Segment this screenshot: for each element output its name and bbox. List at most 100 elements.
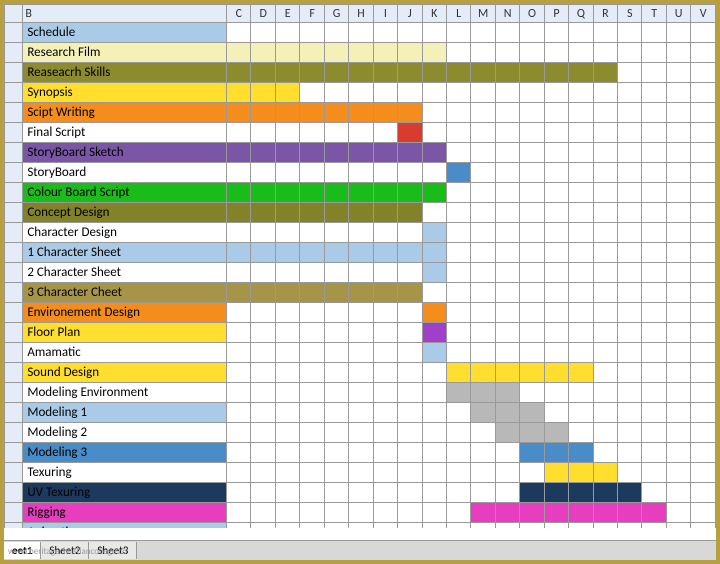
grid-cell[interactable]	[300, 503, 324, 523]
grid-cell[interactable]	[691, 503, 716, 523]
grid-cell[interactable]	[666, 283, 690, 303]
grid-cell[interactable]	[569, 123, 593, 143]
grid-cell[interactable]	[666, 183, 690, 203]
grid-cell[interactable]	[618, 483, 642, 503]
grid-cell[interactable]	[618, 223, 642, 243]
grid-cell[interactable]	[373, 423, 397, 443]
column-header[interactable]: N	[495, 5, 519, 23]
grid-cell[interactable]	[251, 363, 275, 383]
grid-cell[interactable]	[227, 63, 251, 83]
grid-cell[interactable]	[642, 123, 666, 143]
grid-cell[interactable]	[642, 423, 666, 443]
grid-cell[interactable]	[593, 183, 617, 203]
grid-cell[interactable]	[544, 283, 568, 303]
grid-cell[interactable]	[544, 183, 568, 203]
grid-cell[interactable]	[569, 483, 593, 503]
column-header[interactable]: C	[227, 5, 251, 23]
grid-cell[interactable]	[349, 143, 373, 163]
grid-cell[interactable]	[227, 443, 251, 463]
grid-cell[interactable]	[593, 523, 617, 529]
grid-cell[interactable]	[593, 143, 617, 163]
grid-cell[interactable]	[251, 203, 275, 223]
grid-cell[interactable]	[520, 343, 544, 363]
grid-cell[interactable]	[300, 203, 324, 223]
grid-cell[interactable]	[275, 403, 299, 423]
grid-cell[interactable]	[569, 343, 593, 363]
grid-cell[interactable]	[324, 523, 348, 529]
grid-cell[interactable]	[324, 403, 348, 423]
column-header[interactable]: R	[593, 5, 617, 23]
grid-cell[interactable]	[593, 423, 617, 443]
grid-cell[interactable]	[691, 83, 716, 103]
grid-cell[interactable]	[618, 363, 642, 383]
grid-cell[interactable]	[544, 443, 568, 463]
grid-cell[interactable]	[569, 283, 593, 303]
grid-cell[interactable]	[275, 143, 299, 163]
grid-cell[interactable]	[520, 423, 544, 443]
grid-cell[interactable]	[324, 503, 348, 523]
grid-cell[interactable]	[251, 403, 275, 423]
grid-cell[interactable]	[691, 63, 716, 83]
grid-cell[interactable]	[471, 283, 495, 303]
grid-cell[interactable]	[251, 163, 275, 183]
grid-cell[interactable]	[349, 463, 373, 483]
grid-cell[interactable]	[227, 103, 251, 123]
grid-cell[interactable]	[618, 83, 642, 103]
grid-cell[interactable]	[544, 363, 568, 383]
grid-cell[interactable]	[251, 423, 275, 443]
grid-cell[interactable]	[544, 63, 568, 83]
grid-cell[interactable]	[422, 303, 446, 323]
task-label[interactable]: Schedule	[23, 23, 227, 43]
grid-cell[interactable]	[471, 423, 495, 443]
grid-cell[interactable]	[349, 203, 373, 223]
grid-cell[interactable]	[251, 263, 275, 283]
grid-cell[interactable]	[618, 303, 642, 323]
row-header[interactable]	[5, 483, 23, 503]
grid-cell[interactable]	[300, 483, 324, 503]
grid-cell[interactable]	[275, 303, 299, 323]
grid-cell[interactable]	[349, 163, 373, 183]
grid-cell[interactable]	[666, 323, 690, 343]
grid-cell[interactable]	[422, 223, 446, 243]
grid-cell[interactable]	[398, 83, 422, 103]
task-label[interactable]: Rigging	[23, 503, 227, 523]
grid-cell[interactable]	[300, 383, 324, 403]
grid-cell[interactable]	[324, 343, 348, 363]
grid-cell[interactable]	[275, 423, 299, 443]
grid-cell[interactable]	[422, 163, 446, 183]
grid-cell[interactable]	[593, 43, 617, 63]
grid-cell[interactable]	[251, 483, 275, 503]
spreadsheet-grid[interactable]: BCDEFGHIJKLMNOPQRSTUV ScheduleResearch F…	[4, 4, 716, 528]
grid-cell[interactable]	[422, 423, 446, 443]
row-header[interactable]	[5, 323, 23, 343]
grid-cell[interactable]	[691, 23, 716, 43]
grid-cell[interactable]	[324, 63, 348, 83]
task-label[interactable]: Environement Design	[23, 303, 227, 323]
grid-cell[interactable]	[227, 263, 251, 283]
grid-cell[interactable]	[251, 103, 275, 123]
grid-area[interactable]: BCDEFGHIJKLMNOPQRSTUV ScheduleResearch F…	[4, 4, 716, 528]
grid-cell[interactable]	[275, 163, 299, 183]
grid-cell[interactable]	[422, 503, 446, 523]
grid-cell[interactable]	[471, 243, 495, 263]
grid-cell[interactable]	[227, 363, 251, 383]
grid-cell[interactable]	[251, 223, 275, 243]
grid-cell[interactable]	[691, 483, 716, 503]
grid-cell[interactable]	[422, 363, 446, 383]
grid-cell[interactable]	[691, 423, 716, 443]
grid-cell[interactable]	[569, 243, 593, 263]
grid-cell[interactable]	[520, 143, 544, 163]
grid-cell[interactable]	[593, 343, 617, 363]
grid-cell[interactable]	[300, 143, 324, 163]
grid-cell[interactable]	[569, 23, 593, 43]
grid-cell[interactable]	[422, 323, 446, 343]
grid-cell[interactable]	[642, 283, 666, 303]
grid-cell[interactable]	[691, 123, 716, 143]
grid-cell[interactable]	[300, 63, 324, 83]
grid-cell[interactable]	[520, 23, 544, 43]
grid-cell[interactable]	[691, 103, 716, 123]
grid-cell[interactable]	[349, 403, 373, 423]
grid-cell[interactable]	[422, 343, 446, 363]
grid-cell[interactable]	[324, 423, 348, 443]
grid-cell[interactable]	[495, 383, 519, 403]
